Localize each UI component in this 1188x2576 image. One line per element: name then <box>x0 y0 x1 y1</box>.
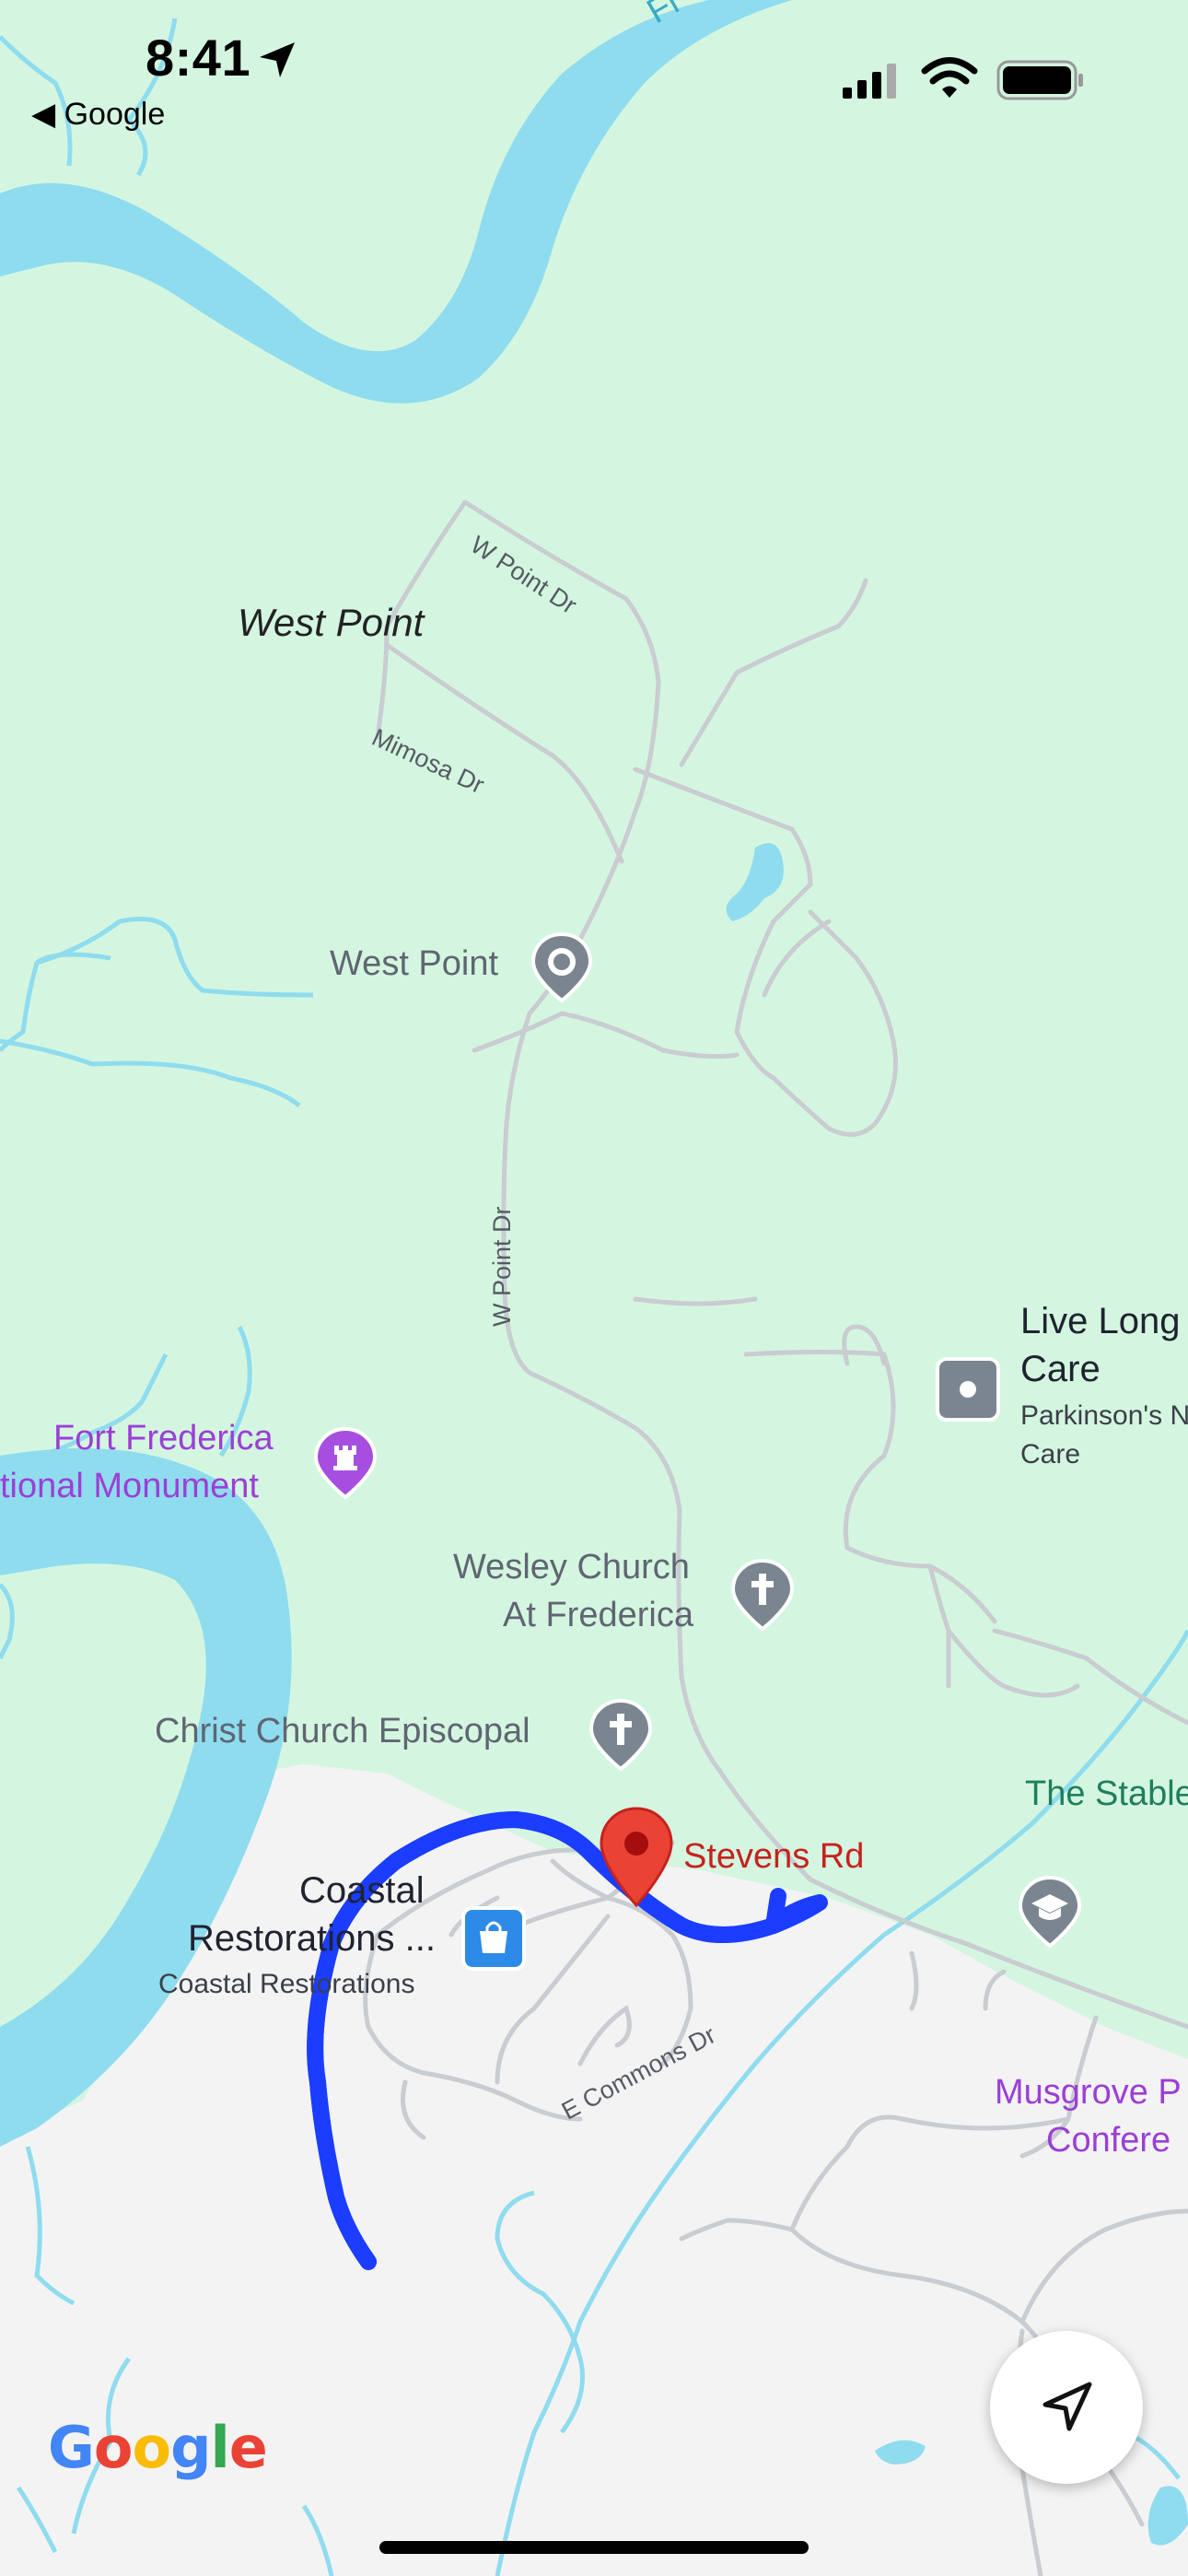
status-bar: 8:41 ◀ Google <box>0 0 1188 138</box>
poi-label-restorations[interactable]: Restorations ... <box>188 1918 436 1960</box>
church-icon[interactable] <box>588 1697 654 1773</box>
navigation-button[interactable] <box>990 2331 1143 2484</box>
monument-icon[interactable] <box>312 1425 379 1501</box>
back-caret-icon: ◀ <box>31 97 64 132</box>
back-app-label: Google <box>64 97 166 132</box>
poi-label-conference[interactable]: Confere <box>1046 2121 1171 2160</box>
poi-label-national-monument[interactable]: tional Monument <box>0 1467 259 1506</box>
church-icon[interactable] <box>729 1557 796 1633</box>
map-canvas[interactable] <box>0 0 1188 2576</box>
logo-letter-e: e <box>228 2414 268 2481</box>
school-icon[interactable] <box>1017 1874 1083 1950</box>
back-to-google-link[interactable]: ◀ Google <box>31 96 165 133</box>
wifi-icon <box>921 57 978 98</box>
logo-letter-g2: g <box>170 2414 211 2481</box>
poi-label-wesley-church[interactable]: Wesley Church <box>453 1548 690 1587</box>
poi-label-stevens-rd[interactable]: Stevens Rd <box>683 1837 864 1877</box>
logo-letter-g: G <box>48 2414 95 2481</box>
medical-square-icon[interactable] <box>935 1356 1001 1423</box>
poi-label-musgrove[interactable]: Musgrove P <box>995 2073 1182 2113</box>
poi-label-fort-frederica[interactable]: Fort Frederica <box>53 1419 274 1458</box>
poi-label-west-point[interactable]: West Point <box>330 944 498 984</box>
poi-label-christ-church[interactable]: Christ Church Episcopal <box>155 1712 530 1751</box>
poi-sub-coastal-restorations: Coastal Restorations <box>158 1969 415 1999</box>
signal-icon <box>843 64 896 99</box>
logo-letter-l: l <box>210 2414 230 2481</box>
poi-label-live-long[interactable]: Live Long <box>1020 1301 1180 1342</box>
logo-letter-o1: o <box>93 2414 134 2481</box>
poi-label-at-frederica[interactable]: At Frederica <box>503 1596 693 1635</box>
logo-letter-o2: o <box>132 2414 172 2481</box>
battery-icon <box>996 60 1083 100</box>
place-label-west-point: West Point <box>238 601 425 644</box>
poi-sub-care: Care <box>1020 1439 1081 1469</box>
poi-label-the-stables[interactable]: The Stable <box>1025 1774 1188 1814</box>
poi-label-live-long-care[interactable]: Care <box>1020 1349 1101 1390</box>
location-arrow-icon <box>260 42 295 77</box>
shopping-bag-icon[interactable] <box>460 1905 527 1972</box>
road-label-w-point-dr-2: W Point Dr <box>488 1206 516 1327</box>
poi-sub-parkinsons: Parkinson's N <box>1020 1400 1188 1431</box>
poi-label-coastal[interactable]: Coastal <box>299 1870 425 1912</box>
google-logo: Google <box>48 2414 268 2481</box>
red-pin-icon[interactable] <box>599 1806 674 1909</box>
pin-icon[interactable] <box>530 931 594 1004</box>
home-indicator[interactable] <box>379 2541 809 2554</box>
navigation-arrow-icon <box>1042 2382 1092 2431</box>
status-time: 8:41 <box>146 29 251 87</box>
